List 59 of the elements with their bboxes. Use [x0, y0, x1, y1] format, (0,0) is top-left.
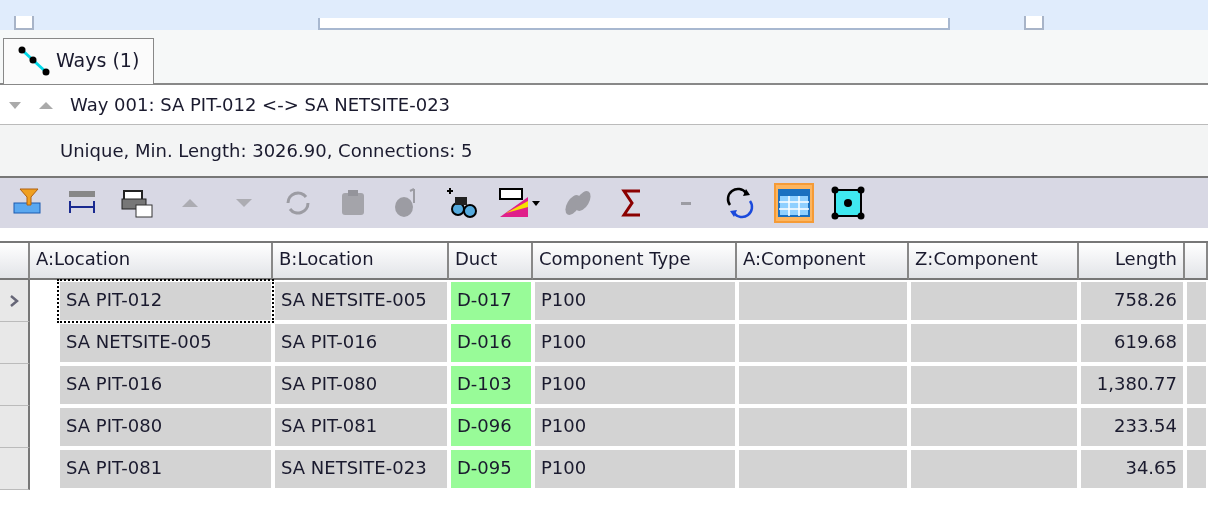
table-cell: SA PIT-012 [60, 282, 271, 320]
table-cell: D-096 [451, 408, 531, 446]
input-field[interactable] [318, 18, 950, 30]
table-cell: SA PIT-016 [60, 366, 271, 404]
column-header[interactable]: A:Location [30, 243, 273, 280]
table-button[interactable] [774, 183, 814, 223]
table-cell: P100 [535, 324, 735, 362]
table-cell: P100 [535, 366, 735, 404]
column-header[interactable]: Duct [449, 243, 533, 280]
table-cell [1187, 408, 1206, 446]
row-header[interactable] [0, 364, 30, 406]
down-arrow-icon [236, 199, 252, 207]
minus-icon [681, 201, 691, 205]
checkbox[interactable] [1024, 16, 1044, 30]
connection-line-icon [18, 45, 52, 76]
up-arrow-icon [182, 199, 198, 207]
way-details: Unique, Min. Length: 3026.90, Connections: 5 [60, 139, 473, 163]
down-triangle-icon [8, 99, 22, 110]
table-cell: SA NETSITE-005 [60, 324, 271, 362]
table-cell: 34.65 [1081, 450, 1183, 488]
way-title: Way 001: SA PIT-012 <-> SA NETSITE-023 [70, 93, 451, 117]
table-cell: SA NETSITE-023 [275, 450, 447, 488]
table-cell: 758.26 [1081, 282, 1183, 320]
column-header[interactable]: Component Type [533, 243, 737, 280]
column-header[interactable]: A:Component [737, 243, 909, 280]
table-cell: SA PIT-080 [60, 408, 271, 446]
table-cell: SA PIT-080 [275, 366, 447, 404]
table-cell [1187, 366, 1206, 404]
column-header[interactable]: Length [1079, 243, 1185, 280]
table-cell: 619.68 [1081, 324, 1183, 362]
table-cell [1187, 282, 1206, 320]
table-cell: SA PIT-081 [60, 450, 271, 488]
table-cell: SA PIT-081 [275, 408, 447, 446]
tab[interactable]: Ways (1) [3, 38, 155, 84]
table-cell: SA NETSITE-005 [275, 282, 447, 320]
column-header[interactable]: B:Location [273, 243, 449, 280]
table-cell: SA PIT-016 [275, 324, 447, 362]
checkbox[interactable] [14, 16, 34, 30]
current-row-icon [9, 293, 19, 308]
row-header[interactable] [0, 406, 30, 448]
table-cell: 1,380.77 [1081, 366, 1183, 404]
column-header[interactable]: Z:Component [909, 243, 1079, 280]
table-cell: D-017 [451, 282, 531, 320]
table-cell: P100 [535, 282, 735, 320]
row-header[interactable] [0, 280, 30, 322]
table-cell: D-016 [451, 324, 531, 362]
row-header[interactable] [0, 322, 30, 364]
header-corner [0, 243, 30, 280]
expand-toggle[interactable] [8, 99, 54, 110]
table-cell: D-103 [451, 366, 531, 404]
up-triangle-icon [38, 99, 54, 110]
table-cell [1187, 450, 1206, 488]
table-cell [1187, 324, 1206, 362]
table-cell: D-095 [451, 450, 531, 488]
column-header[interactable] [1185, 243, 1208, 280]
row-header[interactable] [0, 448, 30, 490]
table-cell: 233.54 [1081, 408, 1183, 446]
table-cell: P100 [535, 450, 735, 488]
table-cell: P100 [535, 408, 735, 446]
